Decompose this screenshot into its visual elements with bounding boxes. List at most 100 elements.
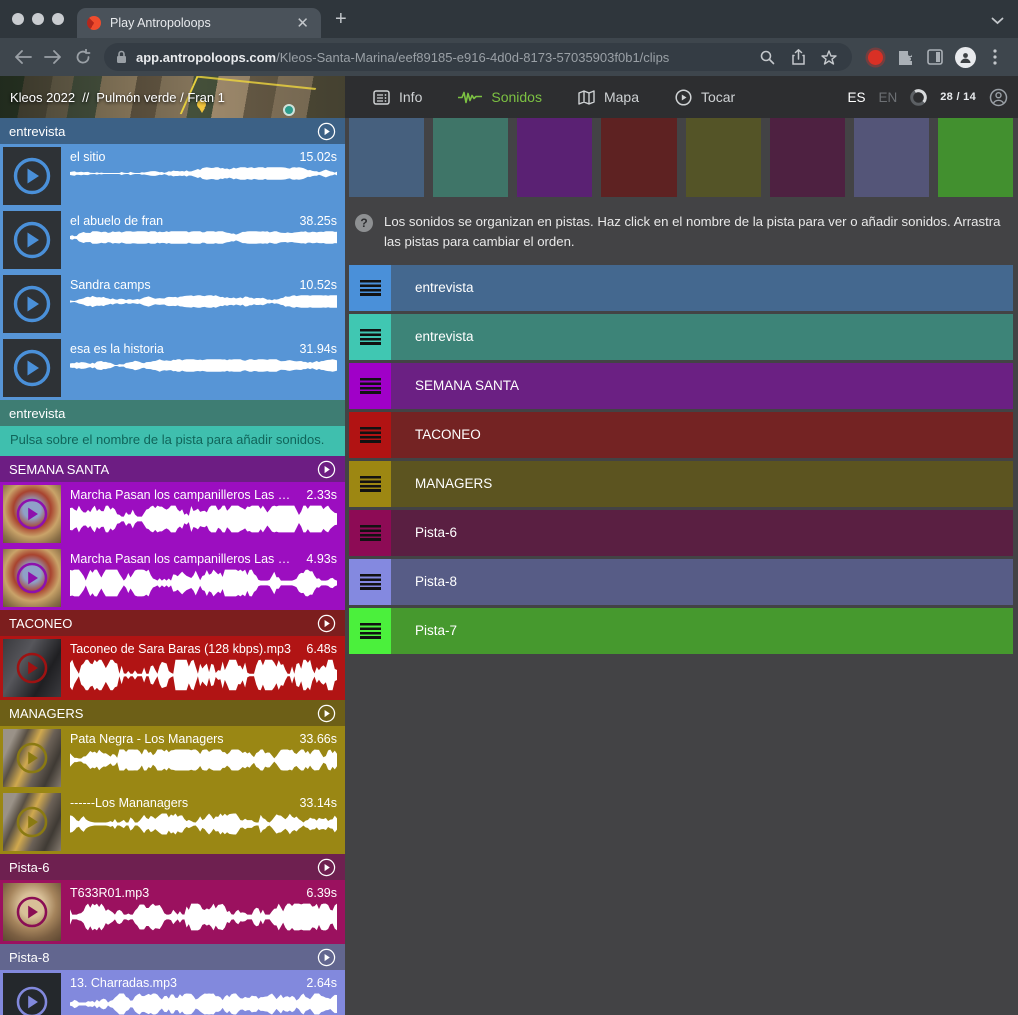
project-breadcrumb[interactable]: Kleos 2022//Pulmón verde / Fran 1 <box>0 76 345 118</box>
clip-duration: 10.52s <box>299 278 337 292</box>
section-play-icon[interactable] <box>317 122 336 141</box>
drag-handle[interactable] <box>349 559 391 605</box>
track-section-header[interactable]: SEMANA SANTA <box>0 456 345 482</box>
clip-item[interactable]: Pata Negra - Los Managers33.66s <box>0 726 345 790</box>
tab-overflow-chevron-icon[interactable] <box>991 12 1004 30</box>
track-color-swatch[interactable] <box>686 118 761 197</box>
address-bar[interactable]: app.antropoloops.com/Kleos-Santa-Marina/… <box>104 43 852 71</box>
lang-es-button[interactable]: ES <box>847 90 865 105</box>
track-row-body[interactable]: SEMANA SANTA <box>391 363 1013 409</box>
clip-waveform <box>70 167 337 180</box>
track-color-swatch[interactable] <box>517 118 592 197</box>
track-row-body[interactable]: Pista-6 <box>391 510 1013 556</box>
new-tab-button[interactable]: + <box>335 9 347 29</box>
record-indicator-icon[interactable] <box>860 42 890 72</box>
track-row[interactable]: Pista-6 <box>349 510 1013 556</box>
section-play-icon[interactable] <box>317 614 336 633</box>
nav-tab-tocar[interactable]: Tocar <box>665 89 761 106</box>
section-play-icon[interactable] <box>317 948 336 967</box>
track-color-swatch[interactable] <box>854 118 929 197</box>
track-color-swatch[interactable] <box>938 118 1013 197</box>
tab-close-icon[interactable]: ✕ <box>294 14 311 33</box>
drag-handle[interactable] <box>349 608 391 654</box>
track-row[interactable]: Pista-8 <box>349 559 1013 605</box>
minimize-window-icon[interactable] <box>32 13 44 25</box>
profile-avatar[interactable] <box>950 42 980 72</box>
track-row[interactable]: entrevista <box>349 265 1013 311</box>
bookmark-star-icon[interactable] <box>818 42 840 72</box>
track-color-swatch[interactable] <box>601 118 676 197</box>
drag-handle[interactable] <box>349 412 391 458</box>
track-row[interactable]: TACONEO <box>349 412 1013 458</box>
nav-tab-mapa[interactable]: Mapa <box>568 89 665 105</box>
section-play-icon[interactable] <box>317 858 336 877</box>
window-controls[interactable] <box>12 13 64 25</box>
play-button-icon[interactable] <box>15 561 49 595</box>
track-section-header[interactable]: TACONEO <box>0 610 345 636</box>
clip-item[interactable]: Taconeo de Sara Baras (128 kbps).mp36.48… <box>0 636 345 700</box>
clip-item[interactable]: ------Los Mananagers33.14s <box>0 790 345 854</box>
drag-handle[interactable] <box>349 265 391 311</box>
track-section-header[interactable]: entrevista <box>0 118 345 144</box>
clip-item[interactable]: Marcha Pasan los campanilleros Las Mejor… <box>0 482 345 546</box>
track-row[interactable]: entrevista <box>349 314 1013 360</box>
play-button-icon[interactable] <box>12 220 52 260</box>
clip-item[interactable]: esa es la historia31.94s <box>0 336 345 400</box>
zoom-page-icon[interactable] <box>756 42 778 72</box>
lang-en-button[interactable]: EN <box>878 90 897 105</box>
track-color-swatch[interactable] <box>349 118 424 197</box>
clip-item[interactable]: el abuelo de fran38.25s <box>0 208 345 272</box>
track-row-body[interactable]: MANAGERS <box>391 461 1013 507</box>
account-icon[interactable] <box>989 88 1008 107</box>
play-button-icon[interactable] <box>15 497 49 531</box>
drag-handle[interactable] <box>349 363 391 409</box>
forward-button[interactable] <box>38 42 68 72</box>
clip-item[interactable]: 13. Charradas.mp32.64s <box>0 970 345 1015</box>
nav-tab-info[interactable]: Info <box>363 89 448 105</box>
clip-item[interactable]: T633R01.mp36.39s <box>0 880 345 944</box>
track-row-body[interactable]: TACONEO <box>391 412 1013 458</box>
zoom-window-icon[interactable] <box>52 13 64 25</box>
share-icon[interactable] <box>787 42 809 72</box>
split-screen-icon[interactable] <box>920 42 950 72</box>
play-button-icon[interactable] <box>12 284 52 324</box>
section-play-icon[interactable] <box>317 460 336 479</box>
track-row-body[interactable]: Pista-7 <box>391 608 1013 654</box>
track-color-swatch[interactable] <box>433 118 508 197</box>
section-play-icon[interactable] <box>317 704 336 723</box>
play-button-icon[interactable] <box>12 348 52 388</box>
play-button-icon[interactable] <box>15 805 49 839</box>
drag-handle[interactable] <box>349 461 391 507</box>
back-button[interactable] <box>8 42 38 72</box>
track-section-header[interactable]: Pista-6 <box>0 854 345 880</box>
track-row[interactable]: Pista-7 <box>349 608 1013 654</box>
browser-tab[interactable]: Play Antropoloops ✕ <box>77 8 321 38</box>
nav-tab-sonidos[interactable]: Sonidos <box>448 89 568 105</box>
browser-menu-kebab-icon[interactable] <box>980 42 1010 72</box>
clip-item[interactable]: Sandra camps10.52s <box>0 272 345 336</box>
sidebar-track-section: MANAGERSPata Negra - Los Managers33.66s-… <box>0 700 345 854</box>
extensions-puzzle-icon[interactable] <box>890 42 920 72</box>
clip-item[interactable]: Marcha Pasan los campanilleros Las Mejor… <box>0 546 345 610</box>
track-row[interactable]: SEMANA SANTA <box>349 363 1013 409</box>
track-row-body[interactable]: entrevista <box>391 314 1013 360</box>
clip-waveform <box>70 993 337 1015</box>
clip-item[interactable]: el sitio15.02s <box>0 144 345 208</box>
track-row-body[interactable]: entrevista <box>391 265 1013 311</box>
track-row[interactable]: MANAGERS <box>349 461 1013 507</box>
track-section-header[interactable]: entrevista <box>0 400 345 426</box>
play-button-icon[interactable] <box>15 985 49 1015</box>
drag-handle[interactable] <box>349 510 391 556</box>
play-button-icon[interactable] <box>12 156 52 196</box>
close-window-icon[interactable] <box>12 13 24 25</box>
play-button-icon[interactable] <box>15 741 49 775</box>
drag-handle[interactable] <box>349 314 391 360</box>
play-button-icon[interactable] <box>15 651 49 685</box>
track-color-swatch[interactable] <box>770 118 845 197</box>
play-button-icon[interactable] <box>15 895 49 929</box>
track-section-body: Pata Negra - Los Managers33.66s------Los… <box>0 726 345 854</box>
track-section-header[interactable]: Pista-8 <box>0 944 345 970</box>
track-section-header[interactable]: MANAGERS <box>0 700 345 726</box>
track-row-body[interactable]: Pista-8 <box>391 559 1013 605</box>
reload-button[interactable] <box>68 42 98 72</box>
